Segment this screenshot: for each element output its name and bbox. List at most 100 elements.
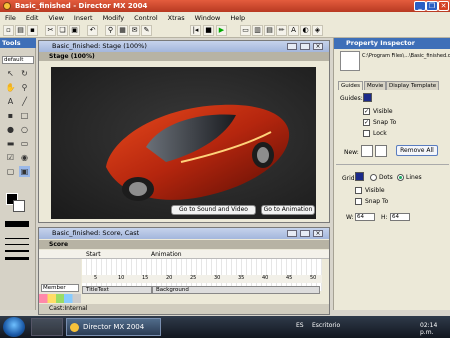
undo-icon[interactable]: ↶ [87, 25, 98, 36]
roundrect-tool-icon[interactable]: ▭ [19, 138, 30, 149]
stage-canvas[interactable]: Go to Sound and Video Go to Animation [51, 67, 316, 219]
arrow-tool-icon[interactable]: ↖ [5, 68, 16, 79]
cut-icon[interactable]: ✂ [45, 25, 56, 36]
script-icon[interactable]: ✎ [141, 25, 152, 36]
line-width-1[interactable] [5, 244, 29, 245]
menu-edit[interactable]: Edit [21, 14, 44, 22]
stage-maximize-icon[interactable] [300, 43, 310, 50]
paste-icon[interactable]: ▣ [69, 25, 80, 36]
cast-icon[interactable]: ▥ [252, 25, 263, 36]
stage-close-icon[interactable]: × [313, 43, 323, 50]
filled-ellipse-tool-icon[interactable]: ● [5, 124, 16, 135]
tab-display-template[interactable]: Display Template [386, 81, 440, 90]
menu-view[interactable]: View [43, 14, 68, 22]
menu-window[interactable]: Window [190, 14, 226, 22]
find-icon[interactable]: ⚲ [105, 25, 116, 36]
tools-mode-select[interactable]: default [2, 56, 34, 64]
quick-launch[interactable] [31, 318, 63, 336]
menu-help[interactable]: Help [225, 14, 250, 22]
rect-tool-icon[interactable]: □ [19, 110, 30, 121]
marker-animation[interactable]: Animation [151, 251, 182, 258]
grid-snap-checkbox[interactable] [355, 198, 362, 205]
go-to-animation-button[interactable]: Go to Animation [261, 205, 315, 215]
new-icon[interactable]: ▫ [3, 25, 14, 36]
tab-guides[interactable]: Guides [338, 81, 364, 90]
menu-control[interactable]: Control [129, 14, 163, 22]
marker-start[interactable]: Start [86, 251, 101, 258]
new-vertical-guide-icon[interactable] [375, 145, 387, 157]
menu-insert[interactable]: Insert [69, 14, 98, 22]
language-indicator[interactable]: ES [296, 322, 304, 329]
sprite-background[interactable]: Background [152, 286, 320, 294]
stage-window-title: Basic_finished: Stage (100%) [39, 41, 329, 52]
score-icon[interactable]: ▤ [264, 25, 275, 36]
score-close-icon[interactable]: × [313, 230, 323, 237]
taskbar-director-button[interactable]: Director MX 2004 [66, 318, 161, 336]
tab-movie[interactable]: Movie [364, 81, 387, 90]
remove-all-button[interactable]: Remove All [396, 145, 438, 156]
grid-visible-checkbox[interactable] [355, 187, 362, 194]
score-minimize-icon[interactable] [287, 230, 297, 237]
guides-lock-checkbox[interactable] [363, 130, 370, 137]
grid-width-input[interactable]: 64 [355, 213, 375, 221]
zoom-tool-icon[interactable]: ⚲ [19, 82, 30, 93]
rewind-icon[interactable]: |◂ [190, 25, 201, 36]
restore-icon[interactable]: ❐ [426, 1, 438, 11]
checkbox-tool-icon[interactable]: ☑ [5, 152, 16, 163]
frame-ruler: 5 10 15 20 25 30 35 40 45 50 [82, 275, 322, 283]
message-icon[interactable]: ✉ [129, 25, 140, 36]
menu-xtras[interactable]: Xtras [163, 14, 190, 22]
start-button-icon[interactable] [3, 317, 25, 337]
windows-taskbar: Director MX 2004 ES Escritorio 02:14 p.m… [0, 316, 450, 338]
line-width-none[interactable] [5, 238, 29, 239]
guides-visible-checkbox[interactable]: ✓ [363, 108, 370, 115]
open-icon[interactable]: ▤ [15, 25, 26, 36]
divider [336, 164, 449, 165]
text-icon[interactable]: A [288, 25, 299, 36]
close-icon[interactable]: ✕ [438, 1, 449, 11]
member-display-select[interactable]: Member [41, 284, 79, 292]
grid-color-swatch[interactable] [355, 172, 364, 181]
new-horizontal-guide-icon[interactable] [361, 145, 373, 157]
library-icon[interactable]: ▦ [117, 25, 128, 36]
menu-file[interactable]: File [0, 14, 21, 22]
cast-internal-header[interactable]: Cast:Internal [39, 304, 329, 314]
radio-tool-icon[interactable]: ◉ [19, 152, 30, 163]
grid-dots-label: Dots [379, 174, 393, 181]
stop-icon[interactable]: ■ [203, 25, 214, 36]
guides-snap-checkbox[interactable]: ✓ [363, 119, 370, 126]
stage-icon[interactable]: ▭ [240, 25, 251, 36]
desktop-toolbar[interactable]: Escritorio [312, 322, 340, 329]
shockwave-icon[interactable]: ◐ [300, 25, 311, 36]
grid-height-input[interactable]: 64 [390, 213, 410, 221]
hand-tool-icon[interactable]: ✋ [5, 82, 16, 93]
behavior-icon[interactable]: ◈ [312, 25, 323, 36]
filled-rect-tool-icon[interactable]: ▪ [5, 110, 16, 121]
copy-icon[interactable]: ❏ [57, 25, 68, 36]
line-width-3[interactable] [5, 257, 29, 260]
markers-channel[interactable]: Start Animation [39, 250, 329, 259]
grid-lines-radio[interactable] [397, 174, 404, 181]
menu-modify[interactable]: Modify [98, 14, 130, 22]
minimize-icon[interactable]: _ [414, 1, 426, 11]
text-tool-icon[interactable]: A [5, 96, 16, 107]
paint-icon[interactable]: ✏ [276, 25, 287, 36]
button-tool-icon[interactable]: ▣ [19, 166, 30, 177]
background-color-swatch[interactable] [13, 200, 25, 212]
score-maximize-icon[interactable] [300, 230, 310, 237]
ellipse-tool-icon[interactable]: ○ [19, 124, 30, 135]
grid-dots-radio[interactable] [370, 174, 377, 181]
line-tool-icon[interactable]: ╱ [19, 96, 30, 107]
guides-color-swatch[interactable] [363, 93, 372, 102]
sprite-titletext[interactable]: TitleText [82, 286, 152, 294]
save-icon[interactable]: ▪ [27, 25, 38, 36]
rotate-tool-icon[interactable]: ↻ [19, 68, 30, 79]
field-tool-icon[interactable]: ▢ [5, 166, 16, 177]
line-width-2[interactable] [5, 250, 29, 252]
stage-minimize-icon[interactable] [287, 43, 297, 50]
pattern-swatch[interactable] [5, 221, 29, 227]
go-to-sound-and-video-button[interactable]: Go to Sound and Video [171, 205, 256, 215]
play-icon[interactable]: ▶ [216, 25, 227, 36]
sprite-color-swatches[interactable] [39, 294, 81, 303]
filled-roundrect-tool-icon[interactable]: ▬ [5, 138, 16, 149]
